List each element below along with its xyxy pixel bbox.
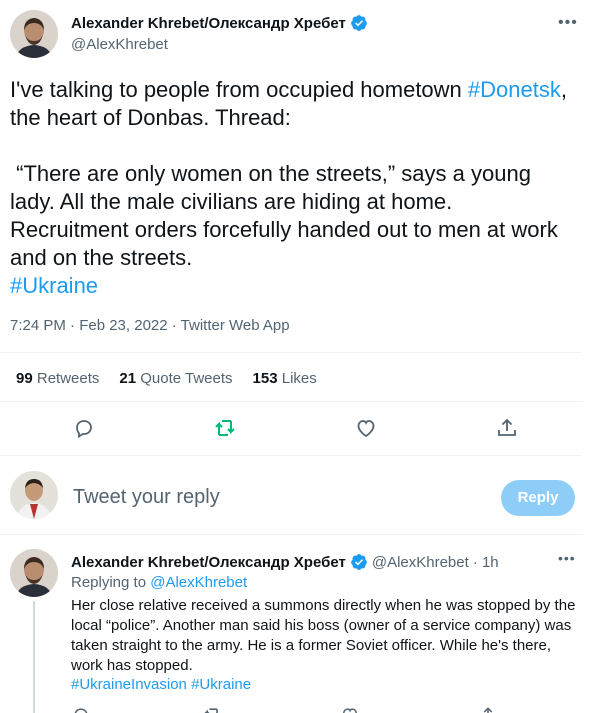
divider: [0, 455, 582, 456]
tweet-text-body: “There are only women on the streets,” s…: [10, 161, 558, 270]
hashtag-ukraine-invasion[interactable]: #UkraineInvasion: [71, 676, 187, 693]
replying-to-handle[interactable]: @AlexKhrebet: [150, 574, 247, 591]
verified-badge-icon: [350, 554, 367, 570]
tweet-text-intro: I've talking to people from occupied hom…: [10, 77, 468, 102]
verified-badge-icon: [350, 15, 367, 31]
reply-input[interactable]: Tweet your reply: [73, 486, 220, 509]
thread-tweet-time[interactable]: · 1h: [473, 554, 499, 571]
more-options-icon[interactable]: •••: [558, 14, 578, 32]
replying-to-label: Replying to: [71, 574, 151, 591]
quote-tweets-count: 21: [119, 370, 137, 387]
thread-tweet-text: Her close relative received a summons di…: [71, 597, 576, 674]
thread-author-handle[interactable]: @AlexKhrebet: [372, 554, 469, 571]
replying-to: Replying to @AlexKhrebet: [71, 574, 247, 591]
hashtag-donetsk[interactable]: #Donetsk: [468, 77, 561, 102]
quote-tweets-label: Quote Tweets: [140, 370, 233, 387]
likes-count: 153: [252, 370, 278, 387]
reply-button[interactable]: Reply: [501, 480, 575, 516]
thread-tweet-actions: [0, 705, 582, 713]
divider: [0, 352, 582, 353]
thread-author-avatar[interactable]: [10, 549, 58, 597]
author-name-text[interactable]: Alexander Khrebet/Олександр Хребет: [71, 15, 346, 32]
reply-icon[interactable]: [71, 705, 91, 713]
tweet-text: I've talking to people from occupied hom…: [10, 76, 575, 300]
likes-stat[interactable]: 153 Likes: [253, 370, 317, 387]
quote-tweets-stat[interactable]: 21 Quote Tweets: [119, 370, 232, 387]
author-handle[interactable]: @AlexKhrebet: [71, 36, 168, 53]
share-icon[interactable]: [478, 705, 498, 713]
thread-author-name[interactable]: Alexander Khrebet/Олександр Хребет: [71, 554, 346, 571]
like-icon[interactable]: [354, 416, 378, 440]
thread-more-options-icon[interactable]: •••: [558, 550, 576, 566]
tweet-timestamp[interactable]: 7:24 PM · Feb 23, 2022 · Twitter Web App: [10, 317, 290, 334]
reply-icon[interactable]: [72, 416, 96, 440]
retweets-stat[interactable]: 99 Retweets: [16, 370, 99, 387]
thread-tweet-header: Alexander Khrebet/Олександр Хребет @Alex…: [71, 553, 499, 571]
like-icon[interactable]: [340, 705, 360, 713]
tweet-actions: [0, 416, 582, 440]
divider: [0, 534, 582, 535]
divider: [0, 401, 582, 402]
likes-label: Likes: [281, 370, 317, 387]
retweet-icon[interactable]: [213, 416, 237, 440]
current-user-avatar[interactable]: [10, 471, 58, 519]
thread-connector-line: [33, 601, 35, 713]
hashtag-ukraine[interactable]: #Ukraine: [191, 676, 251, 693]
tweet-stats: 99 Retweets 21 Quote Tweets 153 Likes: [16, 370, 337, 387]
retweet-icon[interactable]: [202, 705, 222, 713]
author-name[interactable]: Alexander Khrebet/Олександр Хребет: [71, 14, 368, 32]
retweets-count: 99: [16, 370, 33, 387]
hashtag-ukraine[interactable]: #Ukraine: [10, 273, 98, 298]
share-icon[interactable]: [495, 416, 519, 440]
retweets-label: Retweets: [36, 370, 100, 387]
thread-tweet-hashtags: #UkraineInvasion #Ukraine: [71, 676, 251, 693]
author-avatar[interactable]: [10, 10, 58, 58]
